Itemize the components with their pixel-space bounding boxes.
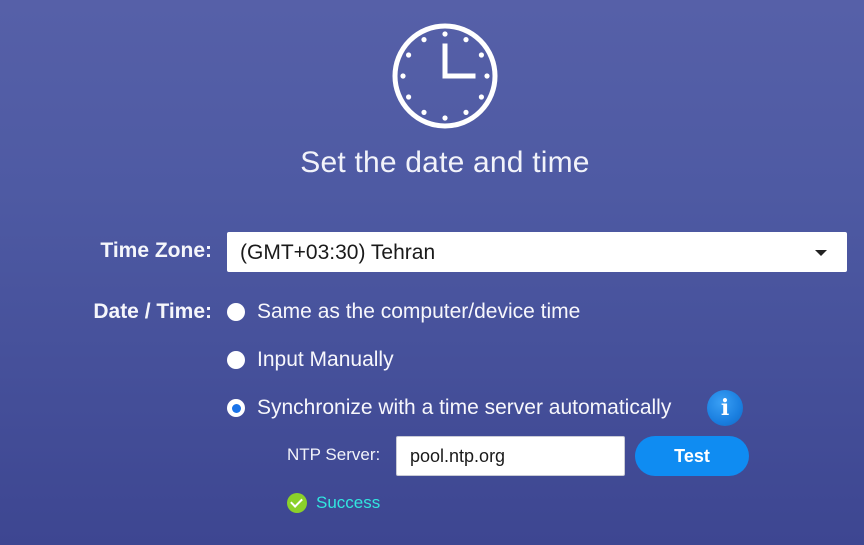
test-button[interactable]: Test bbox=[635, 436, 749, 476]
radio-label-computer-time: Same as the computer/device time bbox=[257, 300, 581, 323]
radio-button-computer-time[interactable] bbox=[227, 303, 245, 321]
time-zone-select[interactable]: (GMT+03:30) Tehran bbox=[227, 232, 847, 272]
time-zone-value: (GMT+03:30) Tehran bbox=[240, 241, 436, 264]
date-time-label: Date / Time: bbox=[93, 300, 212, 323]
radio-label-input-manually: Input Manually bbox=[257, 348, 394, 371]
info-icon[interactable]: i bbox=[707, 390, 743, 426]
check-circle-icon bbox=[287, 493, 307, 513]
ntp-server-label: NTP Server: bbox=[287, 445, 381, 464]
status-text: Success bbox=[316, 493, 381, 512]
radio-label-sync-time-server: Synchronize with a time server automatic… bbox=[257, 396, 672, 419]
ntp-server-input[interactable]: pool.ntp.org bbox=[396, 436, 625, 476]
radio-button-input-manually[interactable] bbox=[227, 351, 245, 369]
radio-button-sync-time-server[interactable] bbox=[227, 399, 245, 417]
ntp-status: Success bbox=[287, 492, 380, 514]
time-zone-label: Time Zone: bbox=[100, 239, 212, 262]
radio-option-input-manually[interactable]: Input Manually bbox=[227, 346, 394, 374]
chevron-down-icon[interactable] bbox=[815, 250, 827, 256]
radio-option-sync-time-server[interactable]: Synchronize with a time server automatic… bbox=[227, 394, 671, 422]
page-title: Set the date and time bbox=[300, 146, 590, 179]
clock-icon bbox=[392, 23, 498, 129]
radio-option-computer-time[interactable]: Same as the computer/device time bbox=[227, 298, 580, 326]
